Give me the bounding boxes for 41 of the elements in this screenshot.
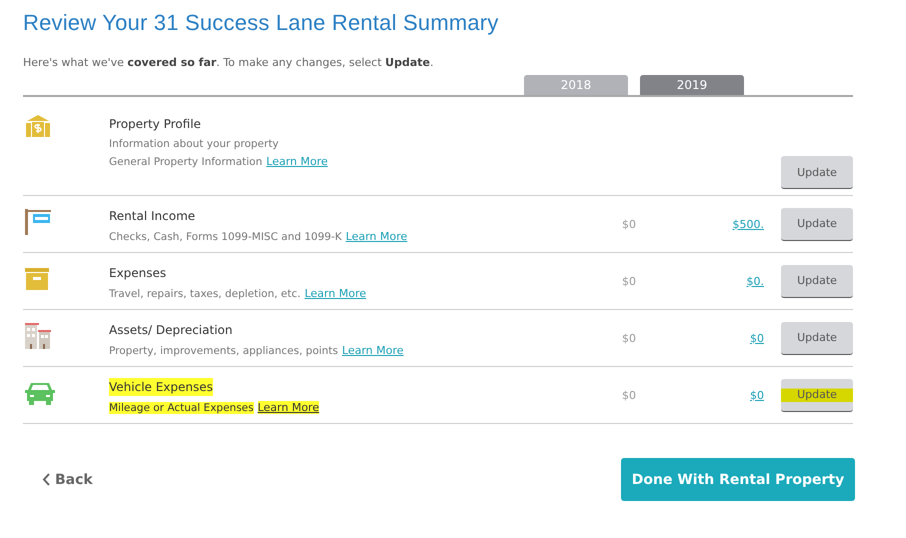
row-title: Rental Income <box>109 208 196 225</box>
row-description: Information about your property <box>109 138 279 150</box>
amount-2018: $0 <box>622 332 636 344</box>
page-title: Review Your 31 Success Lane Rental Summary <box>23 10 500 36</box>
back-link[interactable]: Back <box>42 472 93 488</box>
update-button[interactable]: Update <box>781 378 853 412</box>
row-title: Property Profile <box>109 116 201 133</box>
car-icon <box>25 381 55 405</box>
learn-more-link[interactable]: Learn More <box>266 155 328 168</box>
learn-more-link[interactable]: Learn More <box>304 287 366 300</box>
amount-2018: $0 <box>622 274 636 288</box>
row-description: Checks, Cash, Forms 1099-MISC and 1099-K <box>109 231 342 243</box>
amount-2018: $0 <box>622 218 636 230</box>
row-description: Travel, repairs, taxes, depletion, etc. <box>109 288 301 300</box>
row-title: Assets/ Depreciation <box>109 322 232 339</box>
update-button[interactable]: Update <box>781 156 853 189</box>
learn-more-link[interactable]: Learn More <box>258 401 320 414</box>
chevron-left-icon <box>42 473 50 486</box>
row-description: General Property Information <box>109 156 262 168</box>
row-description: Property, improvements, appliances, points <box>109 345 338 357</box>
learn-more-link[interactable]: Learn More <box>342 344 404 357</box>
year-tab[interactable]: 2019 <box>640 75 744 95</box>
row-title: Vehicle Expenses <box>109 378 213 396</box>
update-button[interactable]: Update <box>781 208 853 240</box>
buildings-icon <box>25 323 51 349</box>
money-house-icon <box>25 115 51 137</box>
amount-2019-link[interactable]: $0 <box>750 332 764 344</box>
year-tab[interactable]: 2018 <box>524 75 628 95</box>
intro-text: Here's what we've covered so far. To make any changes, select Update. <box>23 56 434 69</box>
done-button[interactable]: Done With Rental Property <box>621 458 855 501</box>
amount-2019-link[interactable]: $0 <box>750 388 764 402</box>
amount-2019-link[interactable]: $500. <box>732 218 764 230</box>
row-title: Expenses <box>109 265 166 282</box>
box-icon <box>25 268 49 290</box>
row-description: Mileage or Actual Expenses <box>109 402 254 414</box>
amount-2019-link[interactable]: $0. <box>746 274 764 288</box>
update-button[interactable]: Update <box>781 322 853 354</box>
update-button[interactable]: Update <box>781 264 853 298</box>
amount-2018: $0 <box>622 388 636 402</box>
learn-more-link[interactable]: Learn More <box>346 230 408 243</box>
rent-sign-icon <box>25 209 51 235</box>
